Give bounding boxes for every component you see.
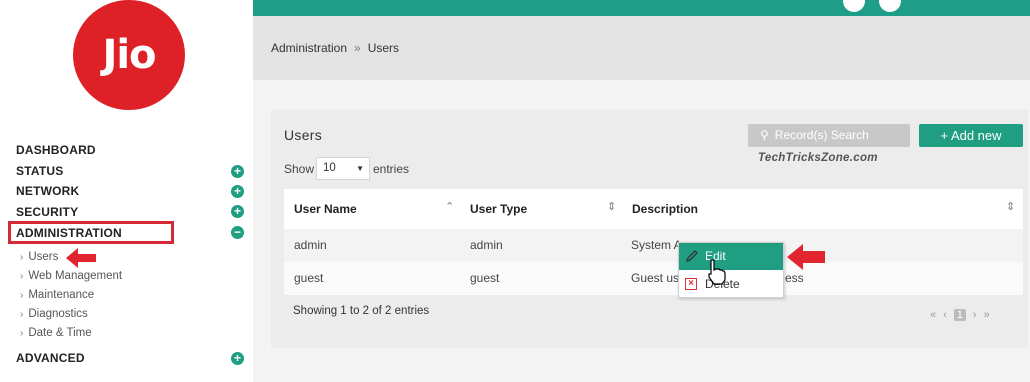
plus-icon[interactable]: +	[231, 352, 244, 365]
delete-menu-item[interactable]: × Delete	[679, 273, 783, 295]
cell-description-tail: ess	[785, 271, 804, 285]
nav-network[interactable]: NETWORK	[16, 184, 79, 198]
sort-asc-icon[interactable]: ⌃	[445, 200, 454, 213]
first-page-button[interactable]: «	[930, 309, 936, 321]
plus-icon[interactable]: +	[231, 185, 244, 198]
chevron-right-icon: ›	[20, 271, 24, 282]
breadcrumb-separator: »	[354, 41, 361, 55]
arrow-left-icon	[66, 248, 96, 268]
jio-logo[interactable]: Jio	[73, 0, 185, 110]
sub-item-maintenance[interactable]: › Maintenance	[20, 289, 94, 301]
nav-administration[interactable]: ADMINISTRATION	[16, 226, 122, 240]
edit-menu-item[interactable]: Edit	[679, 243, 783, 270]
delete-x-icon: ×	[685, 278, 697, 290]
sub-item-web-management[interactable]: › Web Management	[20, 270, 122, 282]
cell-user-name: admin	[294, 238, 327, 252]
caret-down-icon: ▼	[356, 164, 364, 173]
nav-dashboard[interactable]: DASHBOARD	[16, 143, 96, 157]
sub-item-users[interactable]: › Users	[20, 251, 58, 263]
add-new-button[interactable]: + Add new	[919, 124, 1023, 147]
search-placeholder: Record(s) Search	[774, 128, 869, 142]
record-search-input[interactable]: ⚲ Record(s) Search	[748, 124, 910, 147]
current-page[interactable]: 1	[953, 309, 966, 321]
sub-item-label: Web Management	[28, 270, 123, 282]
chevron-right-icon: ›	[20, 252, 24, 263]
chevron-right-icon: ›	[20, 309, 24, 320]
plus-icon[interactable]: +	[231, 165, 244, 178]
pencil-icon	[685, 250, 698, 263]
column-header-user-type[interactable]: User Type	[470, 202, 527, 216]
cell-description: Guest us	[631, 271, 680, 285]
table-header: User Name ⌃ User Type ⇕ Description ⇕	[284, 189, 1023, 229]
sort-icon[interactable]: ⇕	[1006, 200, 1015, 213]
cell-user-type: admin	[470, 238, 503, 252]
row-context-menu: Edit × Delete	[678, 242, 784, 298]
table-row[interactable]: admin admin System A	[284, 229, 1023, 262]
minus-icon[interactable]: −	[231, 226, 244, 239]
power-icon[interactable]	[879, 0, 901, 12]
sub-item-label: Maintenance	[28, 289, 95, 301]
prev-page-button[interactable]: ‹	[943, 309, 947, 321]
nav-security[interactable]: SECURITY	[16, 205, 78, 219]
sub-item-diagnostics[interactable]: › Diagnostics	[20, 308, 88, 320]
top-bar	[253, 0, 1030, 16]
table-row[interactable]: guest guest Guest us ess	[284, 262, 1023, 295]
plus-icon[interactable]: +	[231, 205, 244, 218]
logo-text: Jio	[102, 32, 156, 78]
breadcrumb-current: Users	[367, 41, 400, 55]
next-page-button[interactable]: ›	[973, 309, 977, 321]
chevron-right-icon: ›	[20, 328, 24, 339]
breadcrumb-parent[interactable]: Administration	[271, 41, 347, 55]
nav-status[interactable]: STATUS	[16, 164, 63, 178]
sort-icon[interactable]: ⇕	[607, 200, 616, 213]
breadcrumb: Administration » Users	[271, 41, 399, 55]
sub-item-label: Diagnostics	[28, 308, 88, 320]
sub-item-label: Users	[28, 251, 59, 263]
sidebar: Jio DASHBOARD STATUS + NETWORK + SECURIT…	[0, 0, 253, 382]
pagination: « ‹ 1 › »	[930, 309, 997, 321]
arrow-left-icon	[787, 244, 825, 270]
sub-item-label: Date & Time	[28, 327, 92, 339]
panel-title: Users	[284, 127, 323, 143]
watermark: TechTricksZone.com	[758, 152, 878, 164]
page-size-value: 10	[323, 162, 336, 174]
chevron-right-icon: ›	[20, 290, 24, 301]
nav-advanced[interactable]: ADVANCED	[16, 351, 85, 365]
cell-description: System A	[631, 238, 682, 252]
hand-cursor-icon	[708, 259, 726, 285]
showing-entries-info: Showing 1 to 2 of 2 entries	[293, 305, 430, 317]
search-icon: ⚲	[760, 128, 769, 142]
user-icon[interactable]	[843, 0, 865, 12]
column-header-user-name[interactable]: User Name	[294, 202, 357, 216]
cell-user-type: guest	[470, 271, 500, 285]
show-label: Show	[284, 162, 315, 176]
column-header-description[interactable]: Description	[632, 202, 698, 216]
page-size-select[interactable]: 10 ▼	[316, 157, 370, 180]
last-page-button[interactable]: »	[984, 309, 990, 321]
entries-label: entries	[373, 162, 410, 176]
cell-user-name: guest	[294, 271, 324, 285]
sub-item-date-time[interactable]: › Date & Time	[20, 327, 92, 339]
